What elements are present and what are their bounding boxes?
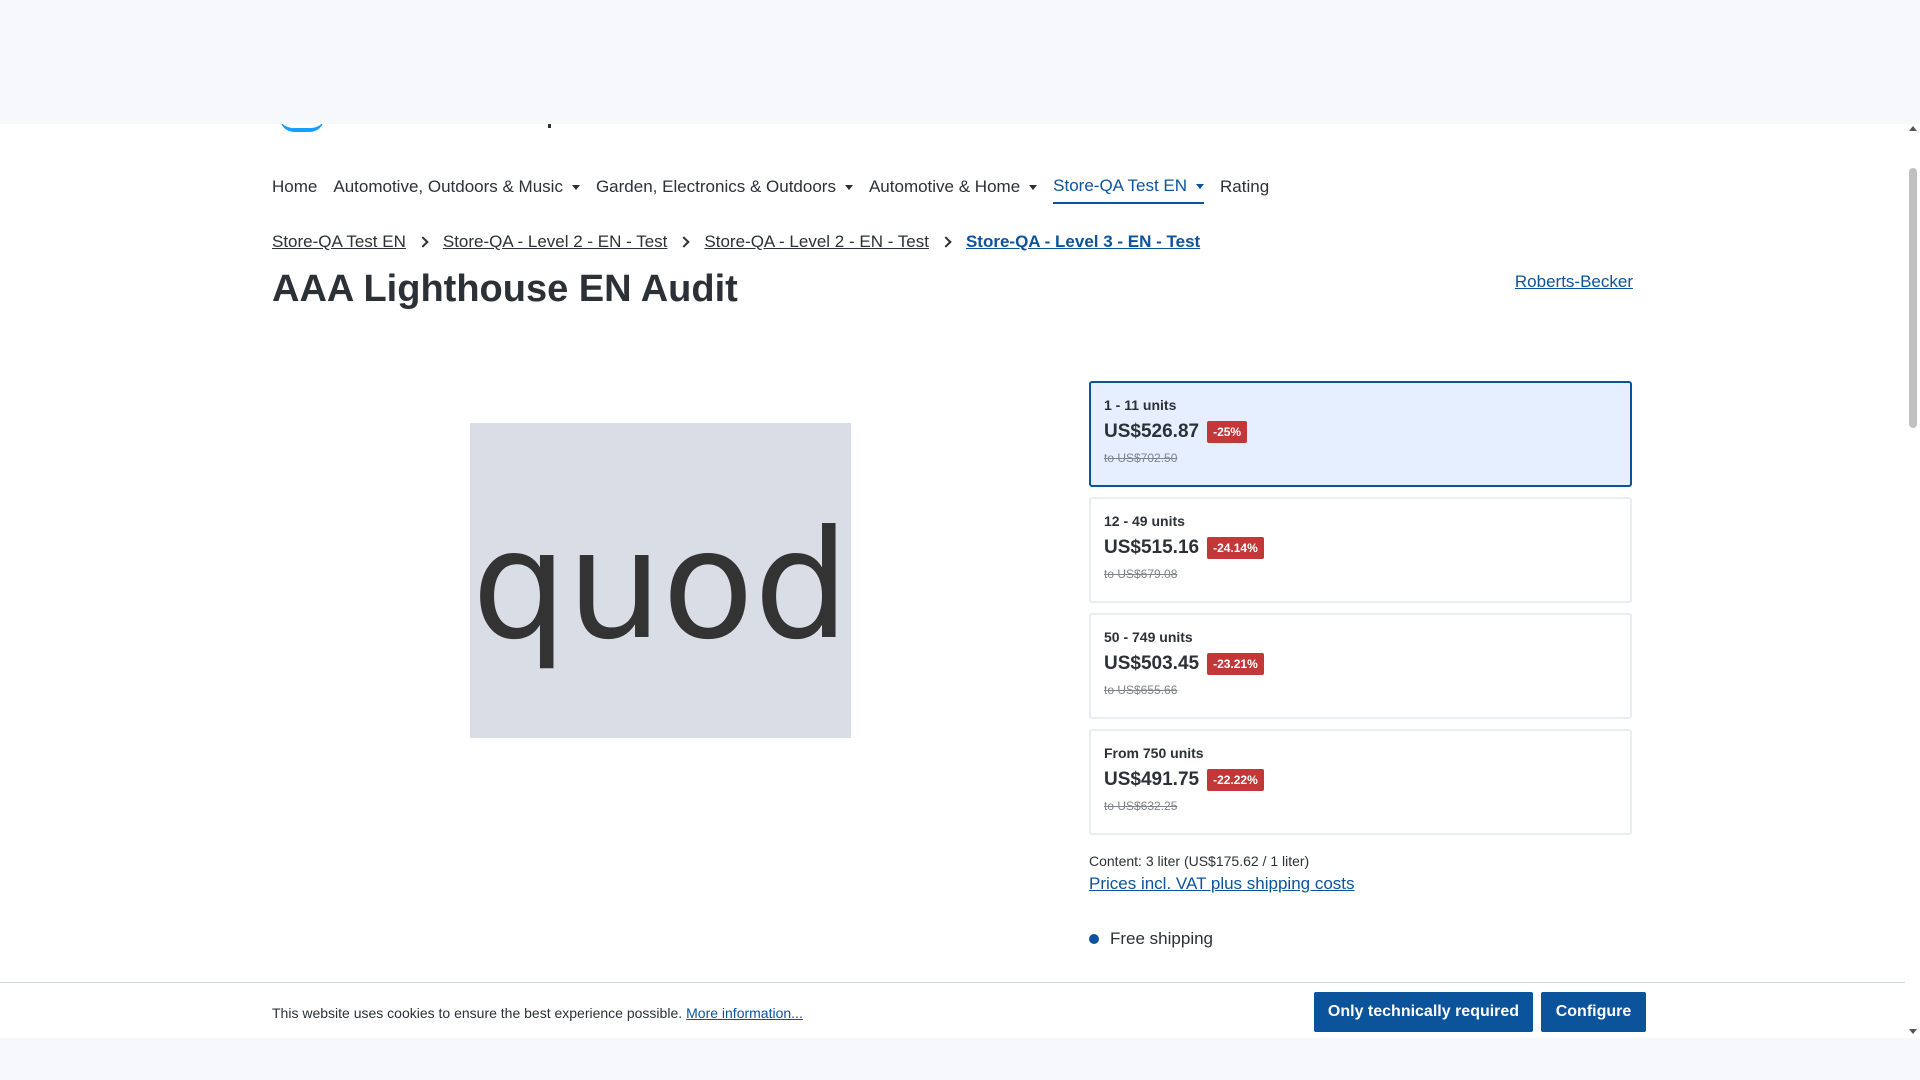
scroll-up-arrow-icon[interactable] bbox=[1909, 126, 1917, 131]
price-tier[interactable]: From 750 units US$491.75 -22.22% to US$6… bbox=[1089, 729, 1632, 835]
breadcrumb-link[interactable]: Store-QA - Level 2 - EN - Test bbox=[443, 232, 668, 252]
price-tiers: 1 - 11 units US$526.87 -25% to US$702.50… bbox=[1089, 381, 1632, 845]
nav-item-automotive-outdoors-music[interactable]: Automotive, Outdoors & Music bbox=[333, 172, 588, 204]
price-tier[interactable]: 12 - 49 units US$515.16 -24.14% to US$67… bbox=[1089, 497, 1632, 603]
breadcrumb-link[interactable]: Store-QA Test EN bbox=[272, 232, 406, 252]
only-technically-required-button[interactable]: Only technically required bbox=[1314, 992, 1533, 1032]
price-tier[interactable]: 1 - 11 units US$526.87 -25% to US$702.50 bbox=[1089, 381, 1632, 487]
cookie-text: This website uses cookies to ensure the … bbox=[272, 1005, 683, 1021]
tier-quantity: 1 - 11 units bbox=[1104, 397, 1177, 413]
nav-item-store-qa-test[interactable]: Store-QA Test EN bbox=[1053, 172, 1205, 204]
nav-item-automotive-home[interactable]: Automotive & Home bbox=[869, 172, 1045, 204]
shipping-label: Free shipping bbox=[1110, 929, 1214, 948]
product-title: AAA Lighthouse EN Audit bbox=[272, 268, 738, 310]
caret-down-icon bbox=[1196, 183, 1205, 189]
nav-item-label: Store-QA Test EN bbox=[1053, 176, 1188, 195]
logo-icon[interactable] bbox=[280, 124, 324, 132]
cookie-bar: This website uses cookies to ensure the … bbox=[0, 982, 1905, 1038]
discount-badge: -24.14% bbox=[1207, 537, 1264, 559]
tier-price: US$515.16 bbox=[1104, 537, 1200, 558]
nav-item-label: Garden, Electronics & Outdoors bbox=[595, 177, 836, 196]
nav-item-rating[interactable]: Rating bbox=[1220, 172, 1277, 204]
nav-item-label: Automotive, Outdoors & Music bbox=[333, 177, 563, 196]
vertical-scrollbar[interactable] bbox=[1905, 124, 1920, 1038]
cookie-more-info-link[interactable]: More information... bbox=[686, 1005, 803, 1021]
breadcrumb-link[interactable]: Store-QA - Level 2 - EN - Test bbox=[704, 232, 929, 252]
discount-badge: -22.22% bbox=[1207, 769, 1264, 791]
breadcrumb-current[interactable]: Store-QA - Level 3 - EN - Test bbox=[966, 232, 1200, 252]
tier-quantity: 50 - 749 units bbox=[1104, 629, 1193, 645]
cookie-message: This website uses cookies to ensure the … bbox=[272, 1005, 803, 1021]
page-viewport: Home Automotive, Outdoors & Music Garden… bbox=[0, 124, 1905, 1038]
tier-price: US$503.45 bbox=[1104, 653, 1200, 674]
manufacturer-link[interactable]: Roberts-Becker bbox=[1515, 272, 1633, 292]
breadcrumb: Store-QA Test EN Store-QA - Level 2 - EN… bbox=[272, 232, 1200, 252]
caret-down-icon bbox=[571, 184, 580, 190]
caret-down-icon bbox=[844, 184, 853, 190]
tier-quantity: 12 - 49 units bbox=[1104, 513, 1185, 529]
discount-badge: -25% bbox=[1207, 421, 1248, 443]
nav-item-garden-electronics-outdoors[interactable]: Garden, Electronics & Outdoors bbox=[596, 172, 861, 204]
price-tier[interactable]: 50 - 749 units US$503.45 -23.21% to US$6… bbox=[1089, 613, 1632, 719]
discount-badge: -23.21% bbox=[1207, 653, 1264, 675]
tier-price: US$491.75 bbox=[1104, 769, 1200, 790]
main-navigation: Home Automotive, Outdoors & Music Garden… bbox=[272, 172, 1285, 204]
tier-quantity: From 750 units bbox=[1104, 745, 1204, 761]
product-image-text: quod bbox=[471, 498, 850, 673]
nav-item-home[interactable]: Home bbox=[272, 172, 325, 204]
tier-price: US$526.87 bbox=[1104, 421, 1200, 442]
content-info: Content: 3 liter (US$175.62 / 1 liter) bbox=[1089, 853, 1310, 869]
tier-reference-price: to US$679.08 bbox=[1104, 567, 1178, 581]
tier-reference-price: to US$632.25 bbox=[1104, 799, 1178, 813]
scrollbar-thumb[interactable] bbox=[1909, 168, 1917, 428]
nav-item-label: Automotive & Home bbox=[868, 177, 1021, 196]
shipping-info: Free shipping bbox=[1089, 929, 1213, 949]
tier-reference-price: to US$702.50 bbox=[1104, 451, 1178, 465]
chevron-right-icon bbox=[678, 236, 691, 248]
logo-text-fragment bbox=[548, 124, 551, 128]
chevron-right-icon bbox=[940, 236, 952, 248]
configure-button[interactable]: Configure bbox=[1541, 992, 1646, 1032]
scroll-down-arrow-icon[interactable] bbox=[1909, 1029, 1917, 1034]
bullet-dot-icon bbox=[1089, 934, 1099, 944]
product-image[interactable]: quod bbox=[470, 423, 851, 738]
nav-item-label: Home bbox=[272, 177, 318, 196]
tier-reference-price: to US$655.66 bbox=[1104, 683, 1178, 697]
vat-shipping-link[interactable]: Prices incl. VAT plus shipping costs bbox=[1089, 874, 1355, 894]
nav-item-label: Rating bbox=[1220, 177, 1270, 196]
chevron-right-icon bbox=[417, 236, 429, 248]
caret-down-icon bbox=[1029, 184, 1038, 190]
